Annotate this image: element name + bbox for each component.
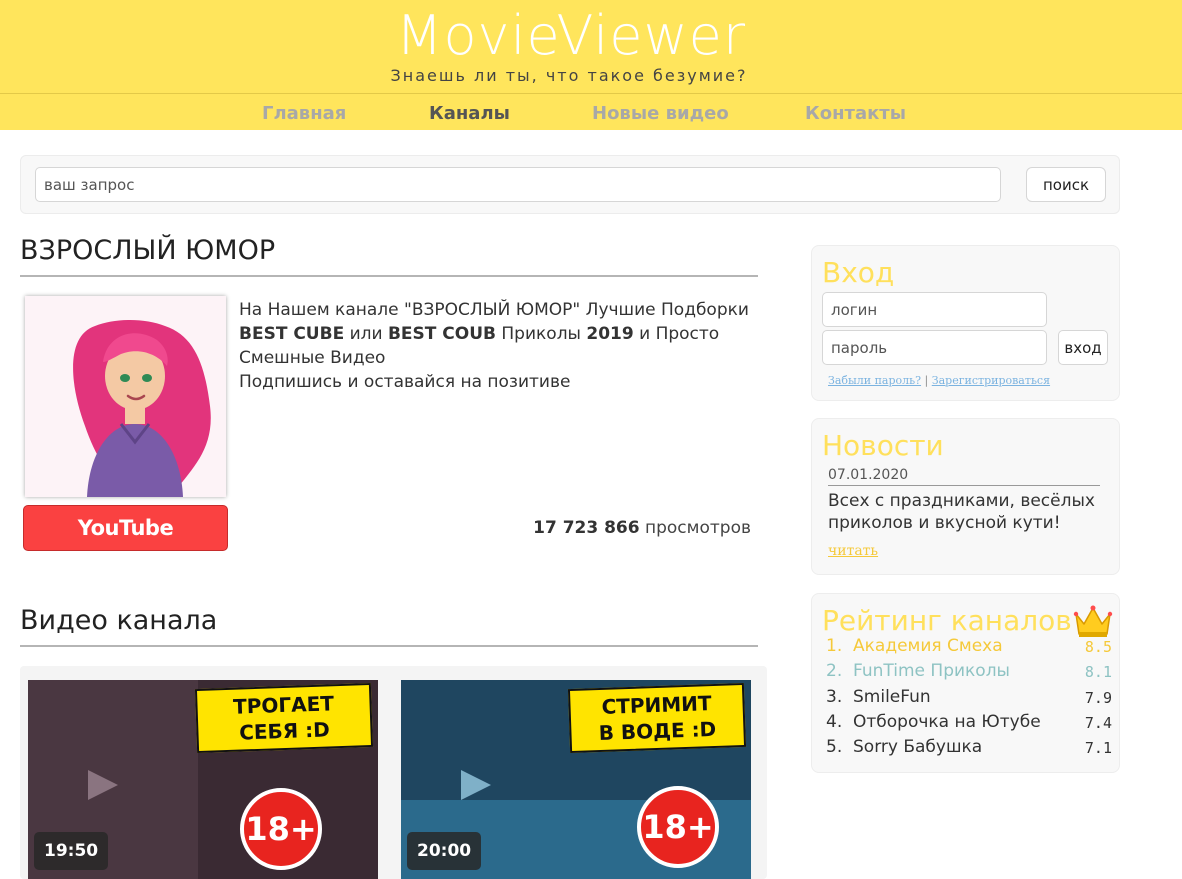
channel-avatar xyxy=(25,296,226,497)
age-badge: 18+ xyxy=(637,786,719,868)
login-button[interactable]: вход xyxy=(1058,330,1108,365)
rating-panel: Рейтинг каналов 1. Академия Смеха 8.5 2.… xyxy=(811,593,1120,773)
channel-title-divider xyxy=(20,275,758,277)
news-title: Новости xyxy=(822,429,944,462)
login-input[interactable] xyxy=(822,292,1047,327)
news-date: 07.01.2020 xyxy=(828,467,909,483)
channel-desc-bold: BEST COUB xyxy=(387,324,496,344)
site-header: MovieViewer Знаешь ли ты, что такое безу… xyxy=(0,0,1182,130)
rating-item[interactable]: 1. Академия Смеха 8.5 xyxy=(826,636,1112,660)
video-caption: СТРИМИТ В ВОДЕ :D xyxy=(567,682,747,754)
auth-links: Забыли пароль? | Зарегистрироваться xyxy=(828,374,1050,387)
views-suffix: просмотров xyxy=(645,518,751,538)
rating-rank: 4. xyxy=(826,712,843,732)
channel-desc-text: и Просто xyxy=(633,324,720,344)
channel-desc-line1: На Нашем канале "ВЗРОСЛЫЙ ЮМОР" Лучшие П… xyxy=(239,300,749,320)
views-count: 17 723 866 xyxy=(533,518,640,538)
videos-section-title: Видео канала xyxy=(20,605,218,636)
search-input[interactable] xyxy=(35,167,1001,202)
search-button[interactable]: поиск xyxy=(1026,167,1106,202)
rating-rank: 3. xyxy=(826,687,843,707)
rating-score: 7.9 xyxy=(1084,689,1112,707)
video-card[interactable]: СТРИМИТ В ВОДЕ :D 18+ 20:00 xyxy=(401,680,751,879)
nav-divider xyxy=(0,93,1182,94)
rating-score: 7.4 xyxy=(1084,714,1112,732)
rating-channel-name: Sorry Бабушка xyxy=(853,737,983,757)
news-panel: Новости 07.01.2020 Всех с праздниками, в… xyxy=(811,418,1120,575)
login-panel: Вход вход Забыли пароль? | Зарегистриров… xyxy=(811,245,1120,401)
rating-channel-name: Академия Смеха xyxy=(853,636,1003,656)
age-badge: 18+ xyxy=(240,788,322,870)
rating-title: Рейтинг каналов xyxy=(822,604,1072,637)
rating-item[interactable]: 4. Отборочка на Ютубе 7.4 xyxy=(826,712,1112,736)
nav-item-contacts[interactable]: Контакты xyxy=(805,103,906,124)
rating-item[interactable]: 2. FunTime Приколы 8.1 xyxy=(826,661,1112,685)
rating-channel-name: Отборочка на Ютубе xyxy=(853,712,1041,732)
video-caption-line: В ВОДЕ :D xyxy=(598,716,717,746)
news-read-more-link[interactable]: читать xyxy=(828,543,878,559)
nav-item-home[interactable]: Главная xyxy=(262,103,346,124)
rating-channel-name: SmileFun xyxy=(853,687,931,707)
nav-item-channels[interactable]: Каналы xyxy=(429,103,510,124)
video-duration: 20:00 xyxy=(407,832,482,870)
rating-channel-name: FunTime Приколы xyxy=(853,661,1010,681)
video-caption: ТРОГАЕТ СЕБЯ :D xyxy=(194,682,374,754)
rating-item[interactable]: 3. SmileFun 7.9 xyxy=(826,687,1112,711)
channel-description: На Нашем канале "ВЗРОСЛЫЙ ЮМОР" Лучшие П… xyxy=(239,298,759,394)
password-input[interactable] xyxy=(822,330,1047,365)
site-logo[interactable]: MovieViewer xyxy=(0,4,1142,67)
channel-desc-bold: BEST CUBE xyxy=(239,324,345,344)
site-tagline: Знаешь ли ты, что такое безумие? xyxy=(390,66,748,85)
channel-desc-line3: Смешные Видео xyxy=(239,348,386,368)
rating-item[interactable]: 5. Sorry Бабушка 7.1 xyxy=(826,737,1112,761)
nav-item-new-videos[interactable]: Новые видео xyxy=(592,103,729,124)
rating-rank: 2. xyxy=(826,661,843,681)
video-card[interactable]: ТРОГАЕТ СЕБЯ :D 18+ 19:50 xyxy=(28,680,378,879)
crown-icon xyxy=(1073,605,1113,637)
register-link[interactable]: Зарегистрироваться xyxy=(932,374,1050,387)
channel-title: ВЗРОСЛЫЙ ЮМОР xyxy=(20,235,276,266)
rating-score: 8.5 xyxy=(1084,638,1112,656)
rating-score: 8.1 xyxy=(1084,663,1112,681)
channel-desc-text: или xyxy=(344,324,388,344)
rating-score: 7.1 xyxy=(1084,739,1112,757)
auth-links-separator: | xyxy=(924,374,929,387)
news-text: Всех с праздниками, весёлых приколов и в… xyxy=(828,491,1095,533)
forgot-password-link[interactable]: Забыли пароль? xyxy=(828,374,921,387)
rating-rank: 1. xyxy=(826,636,843,656)
news-divider xyxy=(828,485,1100,486)
video-duration: 19:50 xyxy=(34,832,109,870)
youtube-button[interactable]: YouTube xyxy=(23,505,228,551)
search-panel: поиск xyxy=(20,155,1120,214)
channel-desc-line4: Подпишись и оставайся на позитиве xyxy=(239,372,571,392)
channel-desc-text: Приколы xyxy=(496,324,587,344)
rating-rank: 5. xyxy=(826,737,843,757)
videos-title-divider xyxy=(20,645,758,647)
channel-desc-bold: 2019 xyxy=(586,324,634,344)
login-title: Вход xyxy=(822,256,895,289)
views-counter: 17 723 866 просмотров xyxy=(470,518,751,538)
video-caption-line: СЕБЯ :D xyxy=(238,717,331,745)
channel-avatar-illustration xyxy=(25,296,226,497)
